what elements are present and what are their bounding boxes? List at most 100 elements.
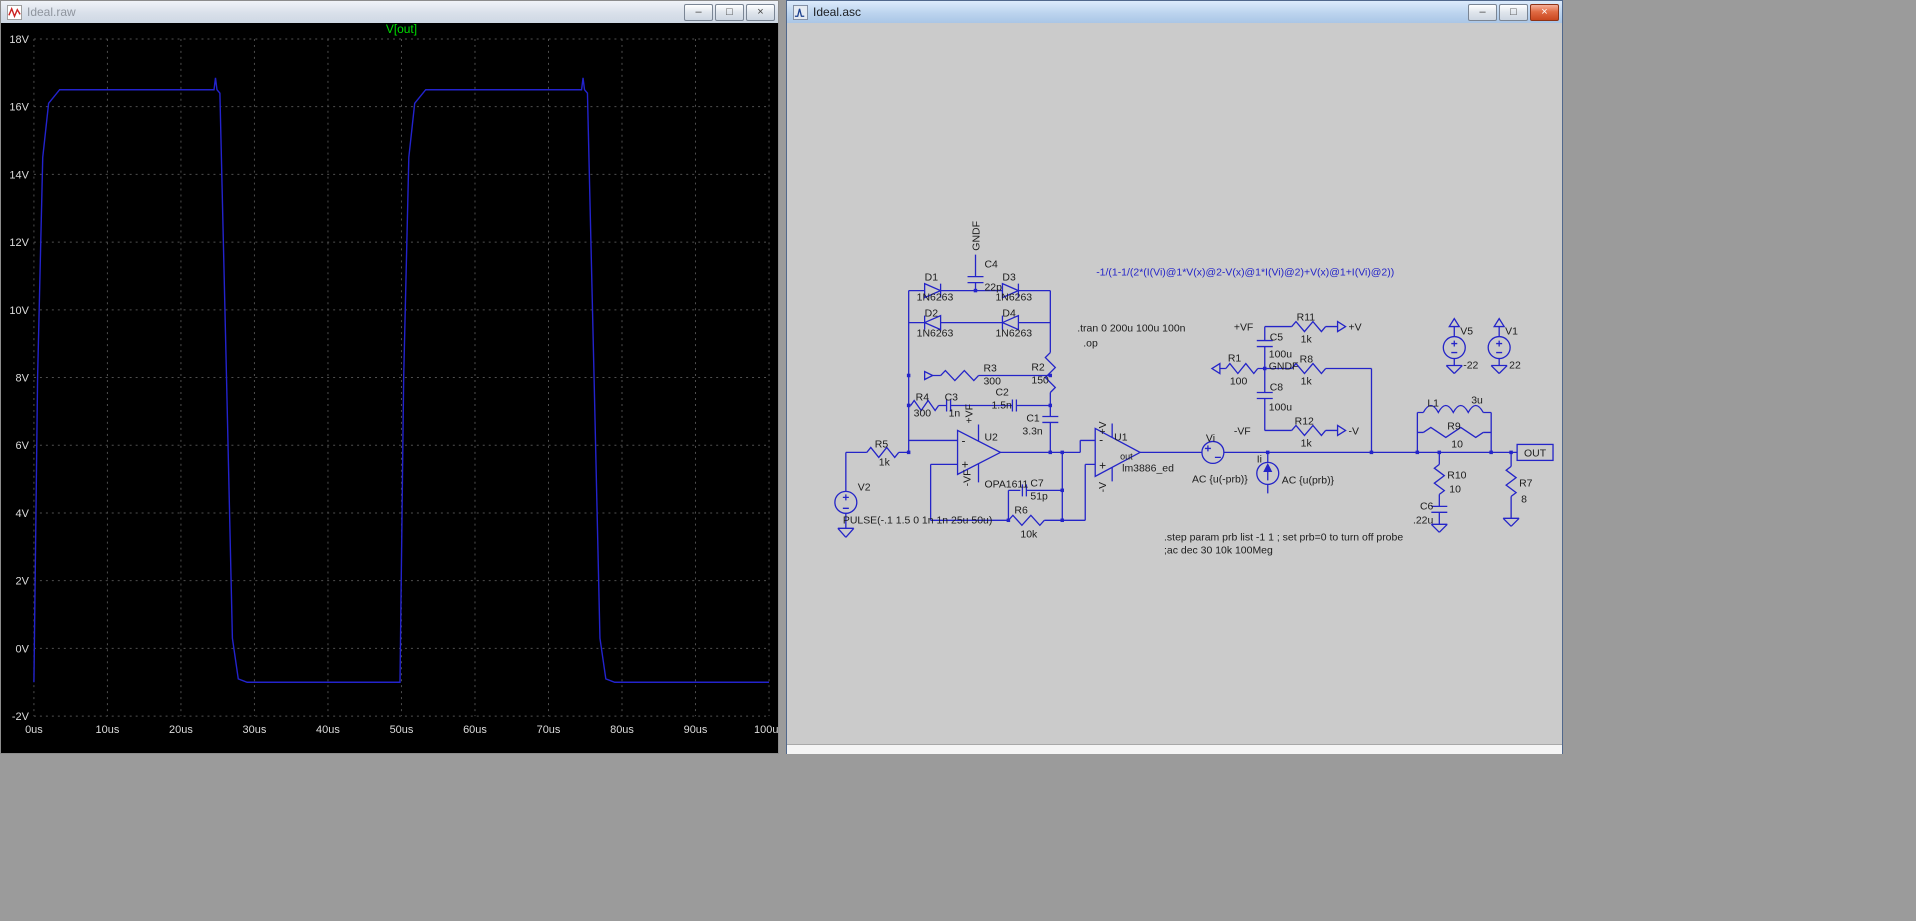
v1-name[interactable]: V1	[1505, 327, 1518, 338]
net-flag-x[interactable]	[923, 370, 935, 381]
restore-button[interactable]: □	[715, 3, 744, 21]
minimize-button[interactable]: –	[1468, 3, 1497, 21]
r10-value[interactable]: 10	[1449, 484, 1461, 495]
r5-value[interactable]: 1k	[879, 457, 891, 468]
d4-value[interactable]: 1N6263	[995, 329, 1032, 340]
u2-vplus-label[interactable]: +VF	[965, 404, 976, 424]
resistor-r10-symbol[interactable]	[1433, 463, 1446, 495]
c3-name[interactable]: C3	[945, 392, 959, 403]
gndf-mid-label[interactable]: GNDF	[1269, 362, 1299, 373]
r8-value[interactable]: 1k	[1301, 377, 1313, 388]
c6-value[interactable]: .22u	[1413, 515, 1434, 526]
c2-name[interactable]: C2	[995, 387, 1009, 398]
out-port-label[interactable]: OUT	[1524, 448, 1547, 459]
c4-name[interactable]: C4	[984, 260, 998, 271]
gndf-top-label[interactable]: GNDF	[972, 221, 983, 251]
r4-value[interactable]: 300	[914, 408, 932, 419]
capacitor-c1-symbol[interactable]	[1042, 415, 1059, 424]
schematic-canvas[interactable]: GNDF C4 22p D1 1N6263 D3 1N6263 D2 1N6263 D4 1N626…	[787, 23, 1562, 754]
d3-value[interactable]: 1N6263	[995, 293, 1032, 304]
net-flag-r1[interactable]	[1210, 362, 1221, 375]
c3-value[interactable]: 1n	[949, 408, 961, 419]
vf-plus-label[interactable]: +VF	[1234, 323, 1253, 334]
step-directive[interactable]: .step param prb list -1 1 ; set prb=0 to…	[1164, 532, 1403, 543]
c6-name[interactable]: C6	[1420, 501, 1434, 512]
r8-name[interactable]: R8	[1300, 355, 1314, 366]
waveform-plot-area[interactable]: 0us 10us 20us 30us 40us 50us 60us 70us 80us 90us 1…	[1, 23, 778, 753]
schematic-titlebar[interactable]: Ideal.asc – □ ×	[787, 1, 1562, 23]
r9-value[interactable]: 10	[1451, 439, 1463, 450]
u1-in-plus-sign[interactable]: +	[1099, 458, 1106, 472]
tran-directive[interactable]: .tran 0 200u 100u 100n	[1077, 324, 1185, 335]
u1-vminus-label[interactable]: -V	[1098, 482, 1109, 492]
r11-name[interactable]: R11	[1297, 313, 1316, 324]
l1-name[interactable]: L1	[1427, 398, 1439, 409]
c8-value[interactable]: 100u	[1269, 402, 1292, 413]
probe-formula[interactable]: -1/(1-1/(2*(I(Vi)@1*V(x)@2-V(x)@1*I(Vi)@…	[1096, 268, 1394, 279]
d3-name[interactable]: D3	[1002, 273, 1016, 284]
r5-name[interactable]: R5	[875, 439, 889, 450]
r3-value[interactable]: 300	[983, 377, 1001, 388]
c5-value[interactable]: 100u	[1269, 350, 1292, 361]
c7-name[interactable]: C7	[1030, 478, 1044, 489]
source-v5-symbol[interactable]	[1442, 335, 1466, 360]
r4-name[interactable]: R4	[916, 392, 930, 403]
source-vi-symbol[interactable]	[1201, 440, 1225, 465]
resistor-r1-symbol[interactable]	[1225, 362, 1259, 375]
r12-name[interactable]: R12	[1295, 416, 1314, 427]
close-button[interactable]: ×	[746, 3, 775, 21]
u1-out-pin[interactable]: out	[1120, 451, 1133, 461]
vi-name[interactable]: Vi	[1206, 433, 1215, 444]
r1-name[interactable]: R1	[1228, 354, 1242, 365]
v5-value[interactable]: -22	[1463, 361, 1478, 372]
vplus-flag-label[interactable]: +V	[1349, 323, 1362, 334]
r1-value[interactable]: 100	[1230, 377, 1248, 388]
d1-value[interactable]: 1N6263	[917, 293, 954, 304]
c1-name[interactable]: C1	[1026, 413, 1040, 424]
r3-name[interactable]: R3	[983, 364, 997, 375]
resistor-r3-symbol[interactable]	[940, 369, 979, 382]
u1-model[interactable]: lm3886_ed	[1122, 463, 1174, 474]
d2-value[interactable]: 1N6263	[917, 329, 954, 340]
capacitor-c6-symbol[interactable]	[1431, 505, 1448, 513]
resistor-r6-symbol[interactable]	[1007, 514, 1045, 527]
ii-name[interactable]: Ii	[1257, 454, 1262, 465]
r12-value[interactable]: 1k	[1301, 438, 1313, 449]
u2-name[interactable]: U2	[984, 432, 998, 443]
capacitor-c2-symbol[interactable]	[1011, 399, 1018, 412]
r6-name[interactable]: R6	[1014, 505, 1028, 516]
r7-name[interactable]: R7	[1519, 478, 1533, 489]
c5-name[interactable]: C5	[1270, 333, 1284, 344]
vi-value[interactable]: AC {u(-prb)}	[1192, 474, 1248, 485]
op-directive[interactable]: .op	[1083, 339, 1098, 350]
r10-name[interactable]: R10	[1447, 470, 1466, 481]
v2-value[interactable]: PULSE(-.1 1.5 0 1n 1n 25u 50u)	[843, 515, 992, 526]
d1-name[interactable]: D1	[925, 273, 939, 284]
r6-value[interactable]: 10k	[1020, 529, 1038, 540]
c1-value[interactable]: 3.3n	[1022, 426, 1043, 437]
c2-value[interactable]: 1.5n	[991, 400, 1012, 411]
ii-value[interactable]: AC {u(prb)}	[1282, 475, 1335, 486]
v1-value[interactable]: 22	[1509, 361, 1521, 372]
minimize-button[interactable]: –	[684, 3, 713, 21]
c7-value[interactable]: 51p	[1030, 491, 1048, 502]
vf-minus-label[interactable]: -VF	[1234, 426, 1251, 437]
r9-name[interactable]: R9	[1447, 421, 1461, 432]
net-flag-v5[interactable]	[1448, 317, 1461, 328]
v5-name[interactable]: V5	[1460, 327, 1473, 338]
source-v1-symbol[interactable]	[1487, 335, 1511, 360]
u2-in-minus-sign[interactable]: -	[962, 433, 966, 447]
plot-title[interactable]: V[out]	[386, 23, 417, 36]
r11-value[interactable]: 1k	[1301, 335, 1313, 346]
net-flag-vplus[interactable]	[1336, 320, 1347, 333]
waveform-titlebar[interactable]: Ideal.raw – □ ×	[1, 1, 778, 23]
l1-value[interactable]: 3u	[1471, 395, 1483, 406]
u1-in-minus-sign[interactable]: -	[1099, 432, 1103, 446]
close-button[interactable]: ×	[1530, 3, 1559, 21]
restore-button[interactable]: □	[1499, 3, 1528, 21]
net-flag-v1[interactable]	[1493, 317, 1506, 328]
u2-in-plus-sign[interactable]: +	[962, 457, 969, 471]
u2-model[interactable]: OPA1611	[984, 479, 1028, 490]
vminus-flag-label[interactable]: -V	[1349, 426, 1359, 437]
c8-name[interactable]: C8	[1270, 382, 1284, 393]
